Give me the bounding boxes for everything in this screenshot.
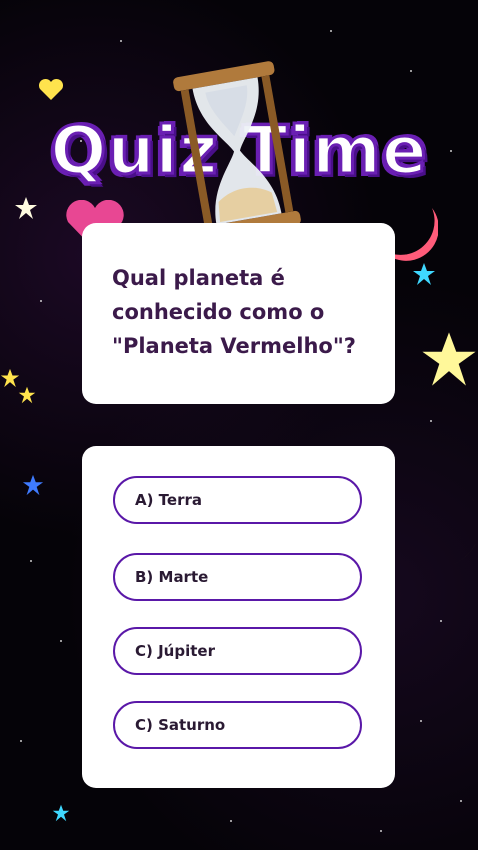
star-dot [410, 70, 412, 72]
option-label: A) Terra [135, 491, 203, 509]
question-card: Qual planeta é conhecido como o "Planeta… [82, 223, 395, 404]
star-icon [0, 368, 20, 388]
option-c-button[interactable]: C) Júpiter [113, 627, 362, 675]
star-icon [22, 474, 44, 496]
star-dot [330, 30, 332, 32]
star-dot [420, 720, 422, 722]
star-icon [15, 197, 37, 219]
star-dot [120, 40, 122, 42]
star-dot [440, 620, 442, 622]
option-d-button[interactable]: C) Saturno [113, 701, 362, 749]
star-dot [60, 640, 62, 642]
star-icon [52, 804, 70, 822]
option-label: B) Marte [135, 568, 209, 586]
star-dot [30, 560, 32, 562]
hourglass-icon [173, 61, 301, 241]
star-icon [18, 386, 36, 404]
option-label: C) Saturno [135, 716, 226, 734]
question-text: Qual planeta é conhecido como o "Planeta… [112, 266, 356, 358]
option-label: C) Júpiter [135, 642, 215, 660]
option-b-button[interactable]: B) Marte [113, 553, 362, 601]
star-icon [413, 263, 435, 285]
star-dot [380, 830, 382, 832]
option-a-button[interactable]: A) Terra [113, 476, 362, 524]
moon-icon [0, 14, 30, 78]
heart-icon [38, 78, 64, 100]
star-dot [40, 300, 42, 302]
star-dot [20, 740, 22, 742]
star-icon [422, 332, 476, 386]
star-dot [430, 420, 432, 422]
star-dot [230, 820, 232, 822]
answers-card: A) Terra B) Marte C) Júpiter C) Saturno [82, 446, 395, 788]
moon-icon [404, 496, 476, 568]
star-dot [460, 800, 462, 802]
